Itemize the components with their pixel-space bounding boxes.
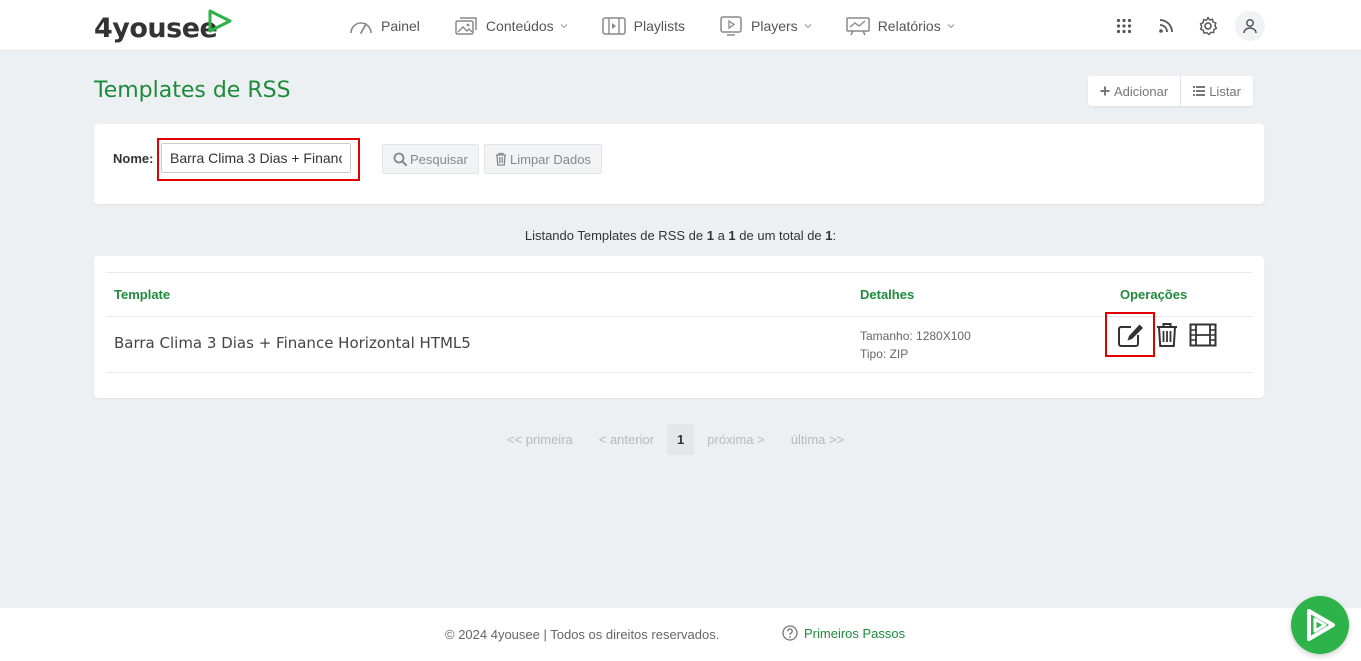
rss-icon[interactable] bbox=[1151, 11, 1181, 41]
logo-play-icon bbox=[208, 9, 232, 33]
search-button-label: Pesquisar bbox=[410, 151, 468, 167]
search-card: Nome: Pesquisar Limpar Dados bbox=[94, 124, 1264, 204]
brand-name: 4yousee bbox=[94, 13, 218, 44]
table-header: Template Detalhes Operações bbox=[106, 272, 1252, 317]
search-button[interactable]: Pesquisar bbox=[382, 144, 479, 174]
listing-to: 1 bbox=[728, 228, 736, 243]
nav-label: Conteúdos bbox=[485, 17, 554, 34]
help-link-label: Primeiros Passos bbox=[804, 625, 906, 641]
pagination-first[interactable]: << primeira bbox=[494, 432, 586, 447]
image-gallery-icon bbox=[454, 15, 478, 37]
listing-mid2: de um total de bbox=[735, 228, 826, 243]
results-card: Template Detalhes Operações Barra Clima … bbox=[94, 256, 1264, 398]
top-navbar: 4yousee Painel Conteúdos Playlists Playe… bbox=[0, 0, 1361, 51]
search-icon bbox=[393, 152, 407, 166]
page-title: Templates de RSS bbox=[94, 78, 291, 103]
gauge-icon bbox=[349, 15, 373, 37]
trash-icon bbox=[1157, 323, 1177, 347]
listing-suffix: : bbox=[832, 228, 837, 243]
nav-item-playlists[interactable]: Playlists bbox=[593, 0, 694, 51]
list-button[interactable]: Listar bbox=[1180, 76, 1253, 106]
nav-label: Relatórios bbox=[877, 17, 941, 34]
user-icon[interactable] bbox=[1235, 11, 1265, 41]
results-table: Template Detalhes Operações Barra Clima … bbox=[106, 272, 1252, 373]
chevron-down-icon bbox=[560, 23, 568, 28]
nav-item-relatorios[interactable]: Relatórios bbox=[837, 0, 964, 51]
header-operations: Operações bbox=[1120, 287, 1188, 302]
nav-item-painel[interactable]: Painel bbox=[340, 0, 429, 51]
assistant-button[interactable] bbox=[1291, 596, 1349, 654]
apps-grid-icon[interactable] bbox=[1109, 11, 1139, 41]
chevron-down-icon bbox=[947, 23, 955, 28]
delete-button[interactable] bbox=[1152, 321, 1182, 349]
playlist-icon bbox=[601, 15, 626, 37]
nav-label: Playlists bbox=[633, 17, 685, 34]
chevron-down-icon bbox=[804, 23, 812, 28]
main-nav: Painel Conteúdos Playlists Players Relat… bbox=[340, 0, 980, 51]
preview-button[interactable] bbox=[1188, 321, 1218, 349]
nav-item-conteudos[interactable]: Conteúdos bbox=[445, 0, 577, 51]
clear-button[interactable]: Limpar Dados bbox=[484, 144, 602, 174]
listing-prefix: Listando Templates de RSS de bbox=[524, 228, 707, 243]
name-input[interactable] bbox=[161, 143, 351, 173]
help-link[interactable]: Primeiros Passos bbox=[782, 625, 905, 641]
nav-item-players[interactable]: Players bbox=[710, 0, 821, 51]
listing-summary: Listando Templates de RSS de 1 a 1 de um… bbox=[0, 228, 1361, 243]
list-button-label: Listar bbox=[1209, 83, 1241, 99]
gear-icon[interactable] bbox=[1193, 11, 1223, 41]
add-button[interactable]: Adicionar bbox=[1088, 76, 1180, 106]
template-type: Tipo: ZIP bbox=[860, 347, 909, 361]
add-button-label: Adicionar bbox=[1114, 83, 1169, 99]
pagination-prev[interactable]: < anterior bbox=[586, 432, 667, 447]
chart-board-icon bbox=[845, 15, 870, 37]
listing-mid1: a bbox=[713, 228, 729, 243]
template-details: Tamanho: 1280X100 Tipo: ZIP bbox=[860, 327, 971, 363]
edit-icon bbox=[1118, 324, 1143, 347]
pagination: << primeira < anterior 1 próxima > últim… bbox=[494, 424, 857, 455]
clear-button-label: Limpar Dados bbox=[510, 151, 591, 167]
question-circle-icon bbox=[782, 625, 798, 641]
footer: © 2024 4yousee | Todos os direitos reser… bbox=[0, 608, 1361, 661]
film-icon bbox=[1189, 323, 1217, 347]
pagination-last[interactable]: última >> bbox=[778, 432, 857, 447]
trash-icon bbox=[495, 152, 507, 166]
listing-from: 1 bbox=[706, 228, 714, 243]
template-size: Tamanho: 1280X100 bbox=[860, 329, 971, 343]
header-details: Detalhes bbox=[860, 287, 915, 302]
play-logo-icon bbox=[1307, 609, 1335, 641]
name-label: Nome: bbox=[113, 151, 154, 166]
monitor-play-icon bbox=[719, 15, 743, 37]
plus-icon bbox=[1100, 86, 1110, 96]
listing-total: 1 bbox=[825, 228, 833, 243]
pagination-current[interactable]: 1 bbox=[667, 424, 695, 455]
table-row: Barra Clima 3 Dias + Finance Horizontal … bbox=[106, 317, 1252, 373]
nav-label: Painel bbox=[381, 17, 420, 34]
edit-button[interactable] bbox=[1116, 321, 1146, 349]
nav-label: Players bbox=[751, 17, 798, 34]
footer-copyright: © 2024 4yousee | Todos os direitos reser… bbox=[445, 627, 720, 642]
template-name: Barra Clima 3 Dias + Finance Horizontal … bbox=[114, 334, 471, 352]
row-operations bbox=[1116, 321, 1224, 349]
pagination-next[interactable]: próxima > bbox=[694, 432, 777, 447]
header-template: Template bbox=[114, 287, 171, 302]
brand-logo[interactable]: 4yousee bbox=[94, 6, 232, 46]
list-icon bbox=[1193, 86, 1206, 96]
header-actions: Adicionar Listar bbox=[1088, 76, 1253, 106]
nav-right-tools bbox=[1097, 11, 1265, 41]
